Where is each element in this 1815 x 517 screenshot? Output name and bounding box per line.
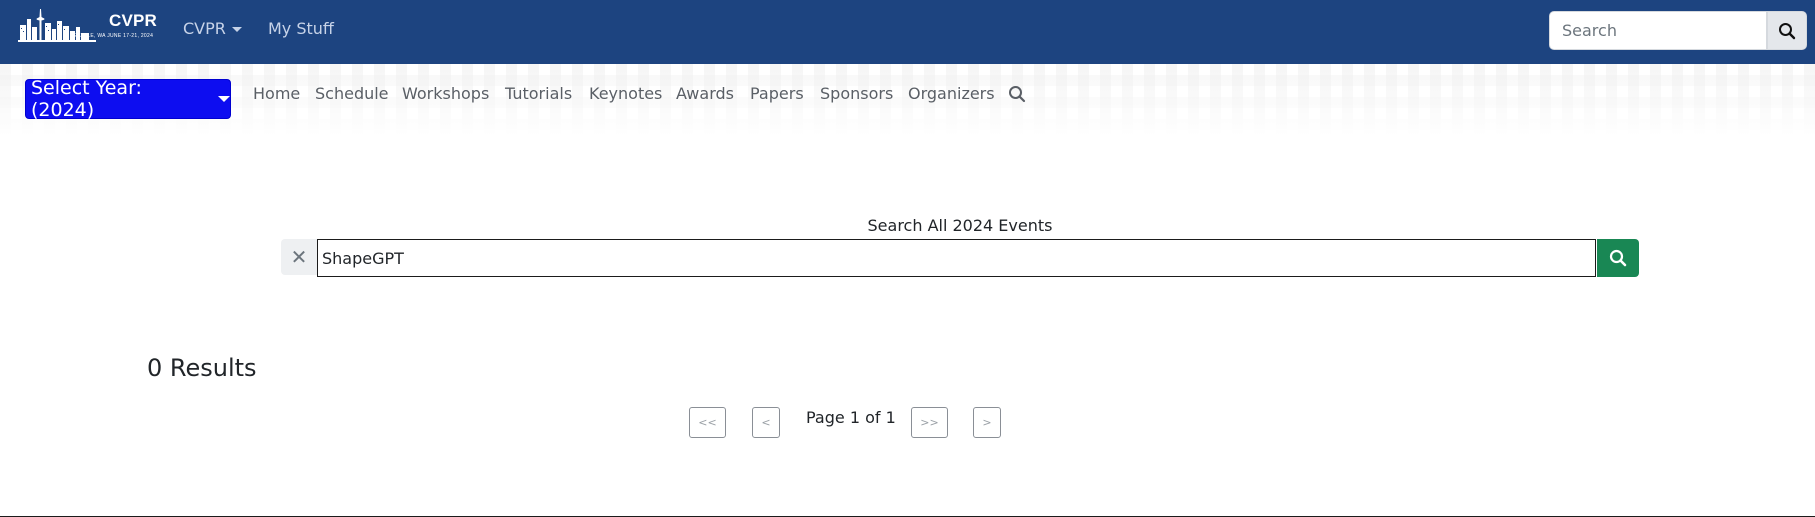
nav-cvpr-label: CVPR <box>183 19 226 38</box>
top-search-button[interactable] <box>1767 11 1807 50</box>
next-page-button[interactable]: > <box>973 407 1001 438</box>
search-icon <box>1609 249 1627 267</box>
clear-search-button[interactable]: ✕ <box>281 239 317 275</box>
prev-page-button[interactable]: < <box>752 407 780 438</box>
caret-down-icon <box>231 27 242 32</box>
nav-keynotes[interactable]: Keynotes <box>589 84 662 103</box>
page-indicator: Page 1 of 1 <box>806 408 896 427</box>
nav-tutorials[interactable]: Tutorials <box>505 84 572 103</box>
logo-subtitle: SEATTLE, WA JUNE 17-21, 2024 <box>70 33 154 39</box>
top-navbar: CVPR SEATTLE, WA JUNE 17-21, 2024 CVPR M… <box>0 0 1815 64</box>
nav-organizers[interactable]: Organizers <box>908 84 995 103</box>
nav-papers[interactable]: Papers <box>750 84 804 103</box>
nav-sponsors[interactable]: Sponsors <box>820 84 893 103</box>
search-icon <box>1009 86 1026 103</box>
caret-down-icon <box>218 96 230 102</box>
first-page-button[interactable]: << <box>689 407 726 438</box>
nav-home[interactable]: Home <box>253 84 300 103</box>
nav-schedule[interactable]: Schedule <box>315 84 389 103</box>
select-year-label: Select Year: (2024) <box>31 77 142 121</box>
search-icon <box>1779 22 1796 39</box>
nav-search-button[interactable] <box>1008 85 1026 107</box>
event-search-input[interactable] <box>317 239 1596 277</box>
nav-awards[interactable]: Awards <box>676 84 734 103</box>
nav-my-stuff[interactable]: My Stuff <box>268 19 334 38</box>
search-heading: Search All 2024 Events <box>867 216 1053 235</box>
last-page-button[interactable]: >> <box>911 407 948 438</box>
nav-workshops[interactable]: Workshops <box>402 84 489 103</box>
close-icon: ✕ <box>290 245 308 269</box>
logo-title[interactable]: CVPR <box>109 11 157 31</box>
nav-cvpr-dropdown[interactable]: CVPR <box>183 19 242 38</box>
select-year-dropdown[interactable]: Select Year: (2024) <box>25 77 231 121</box>
top-search-input[interactable] <box>1549 11 1767 50</box>
secondary-navbar: Select Year: (2024) Home Schedule Worksh… <box>0 64 1815 136</box>
event-search-submit-button[interactable] <box>1597 239 1639 277</box>
results-count: 0 Results <box>147 354 257 382</box>
